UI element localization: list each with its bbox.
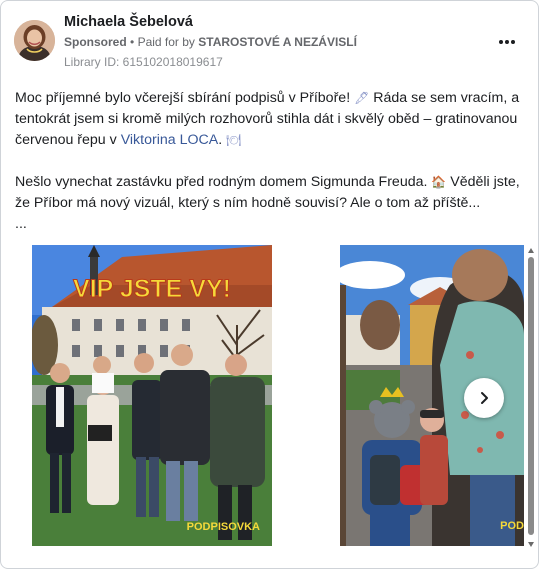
scroll-down-arrow-icon[interactable]	[527, 540, 535, 548]
post-text-segment: Nešlo vynechat zastávku před rodným dome…	[15, 174, 432, 190]
image-carousel: VIP JSTE VY! PODPISOVKA POD	[1, 245, 538, 547]
see-more-ellipsis[interactable]: ...	[15, 216, 27, 232]
post-text-segment: Moc příjemné bylo včerejší sbírání podpi…	[15, 90, 355, 106]
post-paragraph-2: Nešlo vynechat zastávku před rodným dome…	[15, 172, 520, 214]
sponsored-label: Sponsored	[64, 35, 127, 49]
pen-emoji-icon: 🖋	[354, 91, 370, 105]
plate-emoji-icon: 🍽	[226, 133, 242, 147]
see-more[interactable]: ...	[15, 214, 520, 235]
restaurant-link[interactable]: Viktorina LOCA	[121, 132, 219, 148]
author-name[interactable]: Michaela Šebelová	[64, 14, 193, 30]
slide2-tag: POD	[500, 520, 524, 532]
slide1-headline: VIP JSTE VY!	[73, 275, 231, 303]
ad-card: Michaela Šebelová Sponsored • Paid for b…	[0, 0, 539, 569]
post-text-segment: .	[218, 132, 227, 148]
paid-for-by-label: Paid for by	[137, 35, 195, 49]
house-emoji-icon: 🏠	[431, 175, 447, 189]
more-options-button[interactable]	[493, 31, 521, 53]
more-horizontal-icon	[499, 40, 503, 44]
sponsored-line: Sponsored • Paid for by STAROSTOVÉ A NEZ…	[64, 35, 357, 49]
scrollbar-thumb[interactable]	[528, 257, 534, 535]
post-paragraph-1: Moc příjemné bylo včerejší sbírání podpi…	[15, 88, 520, 151]
slide1-tag: PODPISOVKA	[187, 521, 260, 533]
author-avatar[interactable]	[14, 20, 55, 61]
post-text: Moc příjemné bylo včerejší sbírání podpi…	[15, 88, 520, 235]
carousel-next-button[interactable]	[464, 378, 504, 418]
carousel-image-1[interactable]: VIP JSTE VY! PODPISOVKA	[32, 245, 272, 546]
payer-name[interactable]: STAROSTOVÉ A NEZÁVISLÍ	[198, 35, 357, 49]
meta-dot: •	[130, 35, 135, 49]
chevron-right-icon	[481, 392, 488, 404]
library-id: Library ID: 615102018019617	[64, 55, 223, 69]
scroll-up-arrow-icon[interactable]	[527, 247, 535, 255]
